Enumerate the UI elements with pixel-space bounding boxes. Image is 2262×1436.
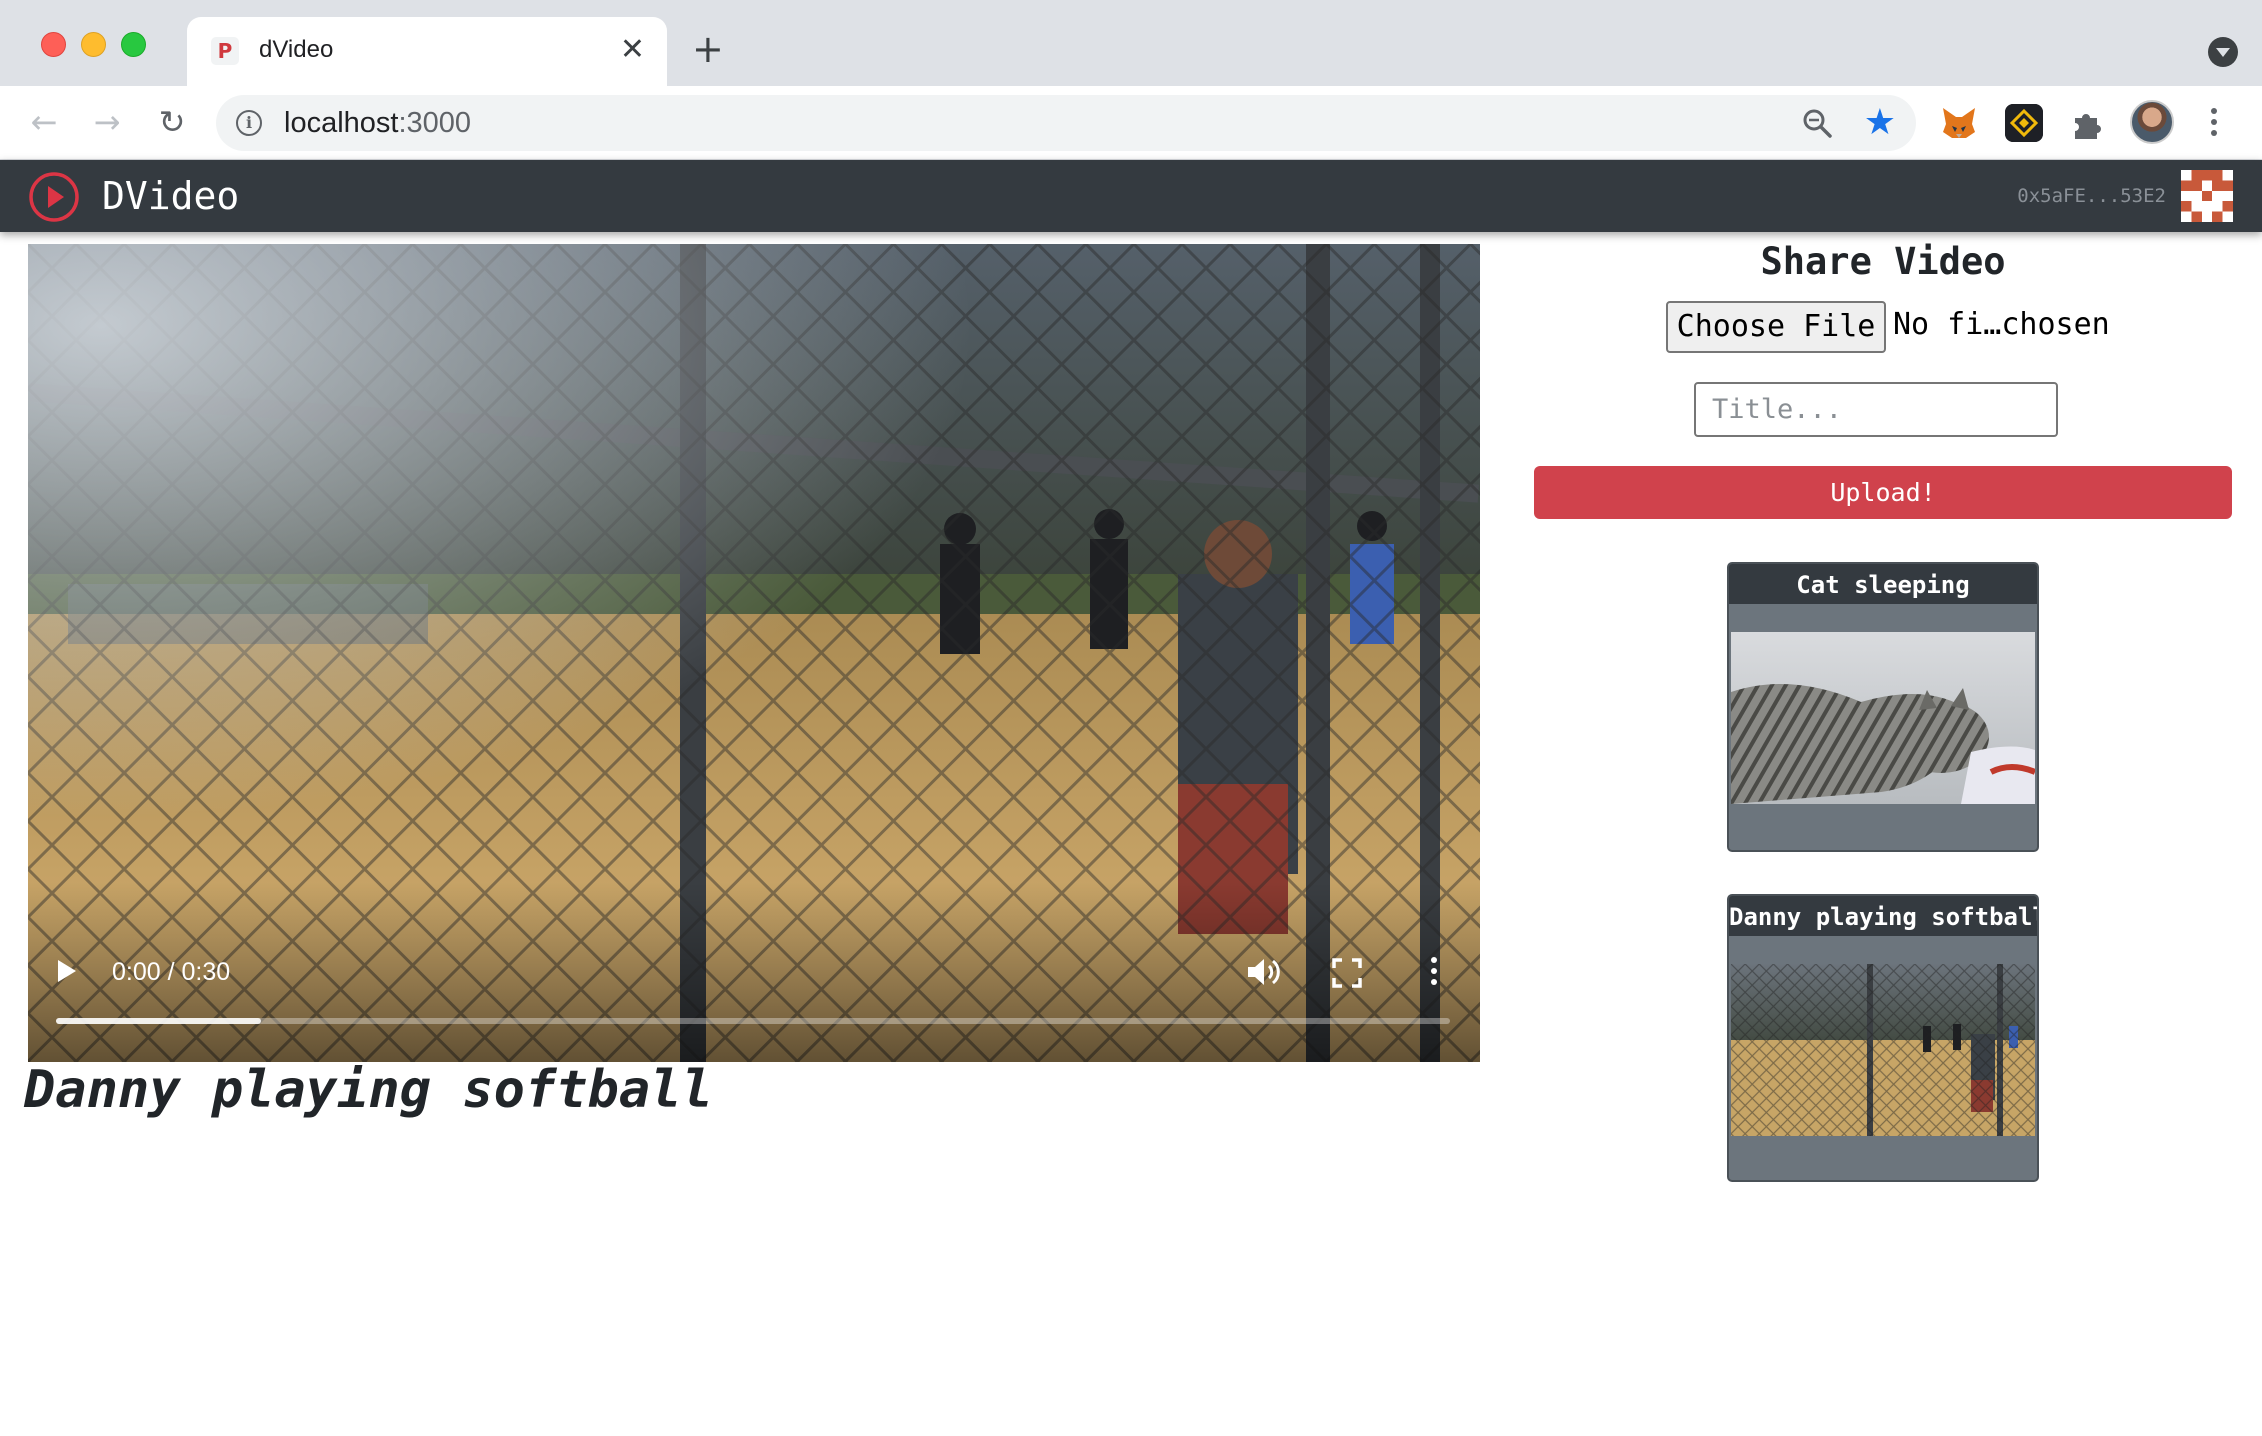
tab-title: dVideo (259, 36, 334, 63)
share-heading: Share Video (1760, 240, 2006, 283)
binance-icon[interactable] (2005, 104, 2043, 142)
video-card-title[interactable]: Cat sleeping (1729, 564, 2037, 604)
file-status: No fi…chosen (1893, 307, 2110, 342)
app-navbar: DVideo 0x5aFE...53E2 (0, 160, 2262, 232)
softball-thumbnail[interactable] (1731, 964, 2035, 1136)
zoom-icon[interactable] (1800, 106, 1834, 140)
brand-name[interactable]: DVideo (102, 174, 239, 218)
close-tab-icon[interactable]: ✕ (620, 32, 645, 68)
account-identicon (2181, 170, 2233, 222)
video-card[interactable]: Danny playing softball (1727, 894, 2039, 1182)
favicon-icon: P (211, 37, 239, 65)
forward-button[interactable]: → (85, 100, 129, 144)
minimize-window-button[interactable] (81, 32, 106, 57)
chrome-menu-icon[interactable] (2207, 104, 2221, 144)
tab-search-icon[interactable] (2208, 37, 2238, 67)
time-display: 0:00 / 0:30 (112, 958, 231, 986)
maximize-window-button[interactable] (121, 32, 146, 57)
url-port: :3000 (398, 107, 472, 139)
address-bar[interactable]: i localhost:3000 ★ (216, 95, 1916, 151)
play-icon[interactable] (58, 960, 76, 982)
progress-bar[interactable] (56, 1018, 1450, 1024)
more-options-icon[interactable] (1429, 955, 1439, 989)
url-text[interactable]: localhost:3000 (284, 107, 471, 140)
extensions-puzzle-icon[interactable] (2069, 104, 2107, 142)
cat-thumbnail[interactable] (1731, 632, 2035, 804)
info-icon[interactable]: i (236, 110, 262, 136)
reload-button[interactable]: ↻ (150, 100, 194, 144)
video-card[interactable]: Cat sleeping (1727, 562, 2039, 852)
browser-tab[interactable]: P dVideo ✕ (187, 17, 667, 86)
current-video-title: Danny playing softball (24, 1060, 713, 1120)
metamask-fox-icon[interactable] (1940, 104, 1978, 142)
url-host: localhost (284, 107, 399, 139)
close-window-button[interactable] (41, 32, 66, 57)
progress-fill (56, 1018, 261, 1024)
volume-icon[interactable] (1246, 956, 1282, 988)
video-player[interactable]: 0:00 / 0:30 (28, 244, 1480, 1062)
profile-avatar[interactable] (2130, 100, 2174, 144)
new-tab-button[interactable]: + (692, 27, 724, 71)
play-circle-icon[interactable] (28, 171, 80, 223)
fullscreen-icon[interactable] (1332, 958, 1362, 988)
browser-tabstrip: P dVideo ✕ + (0, 0, 2262, 86)
browser-toolbar: ← → ↻ i localhost:3000 ★ (0, 86, 2262, 160)
back-button[interactable]: ← (22, 100, 66, 144)
title-input[interactable] (1694, 382, 2058, 437)
account-address: 0x5aFE...53E2 (2017, 185, 2166, 207)
upload-button[interactable]: Upload! (1534, 466, 2232, 519)
bookmark-star-icon[interactable]: ★ (1864, 103, 1896, 143)
video-card-title[interactable]: Danny playing softball (1729, 896, 2037, 936)
choose-file-button[interactable]: Choose File (1666, 301, 1886, 353)
